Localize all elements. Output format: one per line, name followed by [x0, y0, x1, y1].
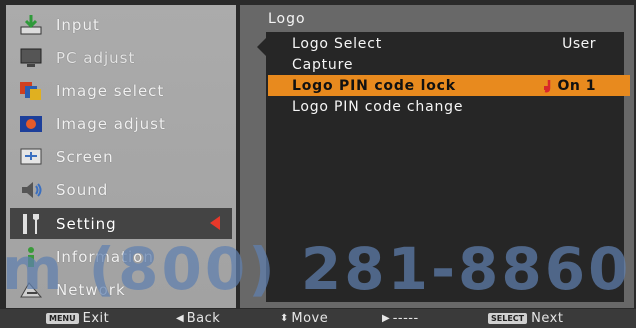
footer-move[interactable]: ⬍ Move	[280, 311, 328, 326]
panel-pointer-icon	[257, 38, 266, 56]
active-chevron-icon	[210, 216, 220, 230]
network-icon	[18, 278, 44, 302]
sidebar-item-label: Network	[56, 280, 126, 299]
panel-title: Logo	[268, 11, 306, 27]
row-label: Logo PIN code change	[292, 98, 464, 115]
screen-icon	[18, 145, 44, 169]
footer-bar: MENU Exit ◀ Back ⬍ Move ▶ ----- SELECT N…	[0, 309, 636, 328]
sidebar-item-label: Screen	[56, 147, 114, 166]
sidebar-item-image-adjust[interactable]: Image adjust	[6, 108, 236, 139]
row-logo-pin-code-change[interactable]: Logo PIN code change	[268, 96, 630, 117]
sidebar-item-image-select[interactable]: Image select	[6, 75, 236, 106]
sidebar-item-screen[interactable]: Screen	[6, 141, 236, 172]
sidebar-item-setting[interactable]: Setting	[10, 208, 232, 239]
row-label: Logo Select	[292, 35, 383, 52]
sidebar-item-sound[interactable]: Sound	[6, 174, 236, 205]
left-arrow-icon: ◀	[176, 313, 184, 324]
sidebar-item-label: Image adjust	[56, 114, 166, 133]
image-select-icon	[18, 79, 44, 103]
sidebar-item-label: Input	[56, 15, 100, 34]
sidebar-item-label: PC adjust	[56, 48, 136, 67]
footer-next-label: Next	[531, 311, 564, 326]
up-down-arrow-icon: ⬍	[280, 313, 289, 324]
row-value: User	[562, 35, 596, 52]
sidebar-item-label: Image select	[56, 81, 165, 100]
row-capture[interactable]: Capture	[268, 54, 630, 75]
row-label: Logo PIN code lock	[292, 77, 456, 94]
monitor-icon	[18, 46, 44, 70]
input-arrow-icon	[18, 13, 44, 37]
select-key-icon: SELECT	[488, 313, 528, 324]
row-logo-pin-code-lock[interactable]: Logo PIN code lock On 1	[268, 75, 630, 96]
footer-next-dash: -----	[392, 311, 419, 326]
footer-back[interactable]: ◀ Back	[176, 311, 220, 326]
sidebar-item-label: Information	[56, 247, 154, 266]
submenu-panel: Logo Logo Select User Capture Logo PIN c…	[240, 5, 634, 308]
image-adjust-icon	[18, 112, 44, 136]
footer-exit[interactable]: MENU Exit	[46, 311, 109, 326]
sidebar-item-label: Sound	[56, 180, 109, 199]
lock-icon	[543, 78, 554, 93]
speaker-icon	[18, 178, 44, 202]
footer-back-label: Back	[186, 311, 221, 326]
menu-key-icon: MENU	[46, 313, 79, 324]
right-arrow-icon: ▶	[382, 313, 390, 324]
wrench-screwdriver-icon	[18, 212, 44, 236]
main-menu-sidebar: Input PC adjust Image select Image adjus…	[6, 5, 236, 308]
sidebar-item-input[interactable]: Input	[6, 9, 236, 40]
sidebar-item-label: Setting	[56, 214, 117, 233]
row-label: Capture	[292, 56, 354, 73]
sidebar-item-information[interactable]: Information	[6, 241, 236, 272]
sidebar-item-network[interactable]: Network	[6, 274, 236, 305]
sidebar-item-pc-adjust[interactable]: PC adjust	[6, 42, 236, 73]
footer-exit-label: Exit	[82, 311, 110, 326]
footer-next-arrow[interactable]: ▶ -----	[382, 311, 419, 326]
footer-move-label: Move	[291, 311, 329, 326]
footer-next[interactable]: SELECT Next	[488, 311, 563, 326]
info-icon	[18, 245, 44, 269]
row-logo-select[interactable]: Logo Select User	[268, 33, 630, 54]
row-value: On 1	[557, 77, 596, 94]
